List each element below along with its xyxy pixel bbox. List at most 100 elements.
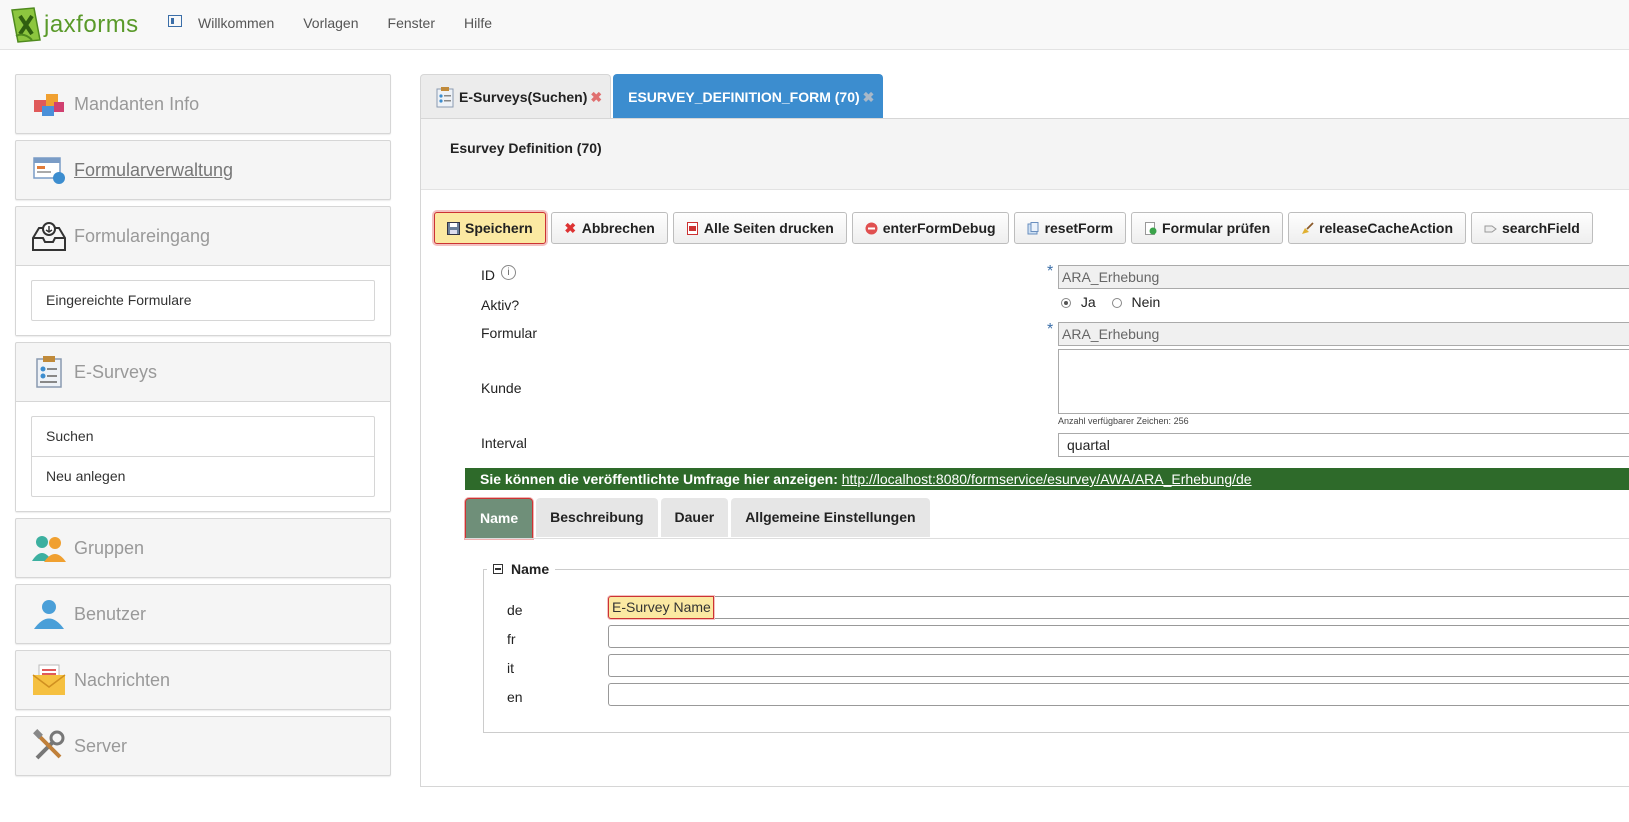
subtab-bar: Name Beschreibung Dauer Allgemeine Einst… [465, 498, 933, 539]
sidebar-item-formularverwaltung[interactable]: Formularverwaltung [16, 141, 390, 199]
name-input-fr[interactable] [608, 625, 1629, 648]
formulareingang-submenu: Eingereichte Formulare [16, 265, 390, 335]
sidebar-item-esurveys[interactable]: E-Surveys [16, 343, 390, 401]
search-field-button[interactable]: searchField [1471, 212, 1593, 244]
jaxforms-logo-icon [11, 7, 41, 43]
kunde-label: Kunde [481, 380, 522, 396]
sidebar-item-label: Server [74, 735, 128, 756]
submenu-suchen[interactable]: Suchen [32, 417, 374, 457]
lang-label-en: en [507, 689, 523, 705]
form-header [421, 119, 1629, 190]
puzzle-icon [30, 86, 68, 122]
cancel-button[interactable]: ✖ Abbrechen [550, 212, 668, 244]
tab-esurveys-suchen[interactable]: E-Surveys(Suchen) ✖ [420, 74, 612, 119]
sidebar-panel-formularverwaltung: Formularverwaltung [15, 140, 391, 200]
tools-icon [30, 728, 68, 764]
sidebar-item-mandanten[interactable]: Mandanten Info [16, 75, 390, 133]
tab-label: ESURVEY_DEFINITION_FORM (70) [628, 89, 860, 105]
form-check-icon [1144, 221, 1157, 235]
nav-hilfe[interactable]: Hilfe [464, 15, 492, 31]
esurveys-submenu: Suchen Neu anlegen [16, 401, 390, 511]
aktiv-radio-group: Ja Nein [1061, 294, 1160, 310]
subtab-divider [465, 538, 1629, 539]
sidebar-item-label: Mandanten Info [74, 93, 200, 114]
close-icon[interactable]: ✖ [590, 89, 602, 106]
logo-text: jaxforms [44, 11, 139, 38]
collapse-icon[interactable] [493, 564, 503, 574]
sidebar-item-label: Formulareingang [74, 225, 211, 246]
lang-label-it: it [507, 660, 514, 676]
nav-willkommen[interactable]: Willkommen [198, 15, 274, 31]
sidebar-panel-formulareingang: Formulareingang Eingereichte Formulare [15, 206, 391, 336]
survey-icon [436, 87, 454, 108]
logo[interactable]: jaxforms [10, 4, 139, 46]
submenu-eingereichte-formulare[interactable]: Eingereichte Formulare [32, 281, 374, 320]
id-label: ID [481, 267, 495, 283]
kunde-textarea[interactable] [1058, 349, 1629, 414]
sidebar-item-formulareingang[interactable]: Formulareingang [16, 207, 390, 265]
sidebar-item-label: E-Surveys [74, 361, 158, 382]
save-button[interactable]: Speichern [434, 212, 546, 244]
mail-icon [30, 662, 68, 698]
sidebar-panel-esurveys: E-Surveys Suchen Neu anlegen [15, 342, 391, 512]
tab-label: E-Surveys(Suchen) [459, 89, 588, 105]
kunde-char-hint: Anzahl verfügbarer Zeichen: 256 [1058, 416, 1189, 426]
sidebar-item-server[interactable]: Server [16, 717, 390, 775]
sidebar-item-gruppen[interactable]: Gruppen [16, 519, 390, 577]
name-input-de[interactable]: E-Survey Name [608, 596, 714, 619]
sidebar-item-nachrichten[interactable]: Nachrichten [16, 651, 390, 709]
top-nav: Willkommen Vorlagen Fenster Hilfe [198, 15, 521, 31]
print-all-pages-button[interactable]: Alle Seiten drucken [672, 212, 847, 244]
subtab-beschreibung[interactable]: Beschreibung [536, 498, 658, 537]
form-toolbar: Speichern ✖ Abbrechen Alle Seiten drucke… [434, 212, 1598, 244]
sidebar-item-benutzer[interactable]: Benutzer [16, 585, 390, 643]
form-title: Esurvey Definition (70) [450, 140, 602, 156]
sidebar: Mandanten Info Formularverwaltung Formul… [15, 74, 391, 782]
sidebar-item-label: Gruppen [74, 537, 145, 558]
subtab-name[interactable]: Name [465, 498, 534, 539]
sidebar-panel-mandanten: Mandanten Info [15, 74, 391, 134]
subtab-allgemeine-einstellungen[interactable]: Allgemeine Einstellungen [731, 498, 930, 537]
interval-input[interactable]: quartal [1058, 433, 1629, 457]
submenu-neu-anlegen[interactable]: Neu anlegen [32, 457, 374, 496]
sidebar-item-label: Benutzer [74, 603, 147, 624]
lang-label-fr: fr [507, 631, 516, 647]
sidebar-panel-nachrichten: Nachrichten [15, 650, 391, 710]
sidebar-panel-benutzer: Benutzer [15, 584, 391, 644]
enter-form-debug-button[interactable]: enterFormDebug [851, 212, 1009, 244]
info-icon[interactable]: i [501, 265, 516, 280]
sidebar-panel-server: Server [15, 716, 391, 776]
nav-fenster[interactable]: Fenster [388, 15, 435, 31]
release-cache-button[interactable]: releaseCacheAction [1288, 212, 1466, 244]
reset-form-button[interactable]: resetForm [1013, 212, 1127, 244]
inbox-icon [30, 218, 68, 254]
broom-icon [1301, 221, 1314, 235]
lang-label-de: de [507, 602, 523, 618]
aktiv-ja-label: Ja [1080, 294, 1096, 310]
name-legend[interactable]: Name [487, 561, 556, 577]
name-input-en[interactable] [608, 683, 1629, 706]
interval-label: Interval [481, 435, 527, 451]
name-fieldset: Name de E-Survey Name fr it en [483, 561, 1629, 733]
id-input[interactable]: ARA_Erhebung [1058, 265, 1629, 289]
top-bar: jaxforms Willkommen Vorlagen Fenster Hil… [0, 0, 1629, 50]
search-field-icon [1484, 222, 1497, 235]
nav-vorlagen[interactable]: Vorlagen [303, 15, 358, 31]
check-form-button[interactable]: Formular prüfen [1131, 212, 1284, 244]
name-input-it[interactable] [608, 654, 1629, 677]
aktiv-ja-radio[interactable] [1061, 298, 1071, 309]
subtab-dauer[interactable]: Dauer [660, 498, 729, 537]
publish-link[interactable]: http://localhost:8080/formservice/esurve… [842, 471, 1252, 487]
sidebar-toggle-icon[interactable] [168, 15, 182, 27]
sidebar-item-label: Formularverwaltung [74, 159, 234, 180]
close-icon[interactable]: ✖ [863, 89, 875, 106]
name-input-de-frame [608, 596, 1629, 619]
tab-esurvey-definition-form[interactable]: ESURVEY_DEFINITION_FORM (70) ✖ [613, 74, 884, 119]
form-content: Esurvey Definition (70) Speichern ✖ Abbr… [420, 118, 1629, 787]
aktiv-nein-radio[interactable] [1111, 298, 1122, 309]
formular-input[interactable]: ARA_Erhebung [1058, 322, 1629, 346]
publish-banner-text: Sie können die veröffentlichte Umfrage h… [480, 471, 838, 487]
survey-icon [30, 354, 68, 390]
aktiv-label: Aktiv? [481, 297, 520, 313]
cancel-x-icon: ✖ [564, 219, 577, 236]
